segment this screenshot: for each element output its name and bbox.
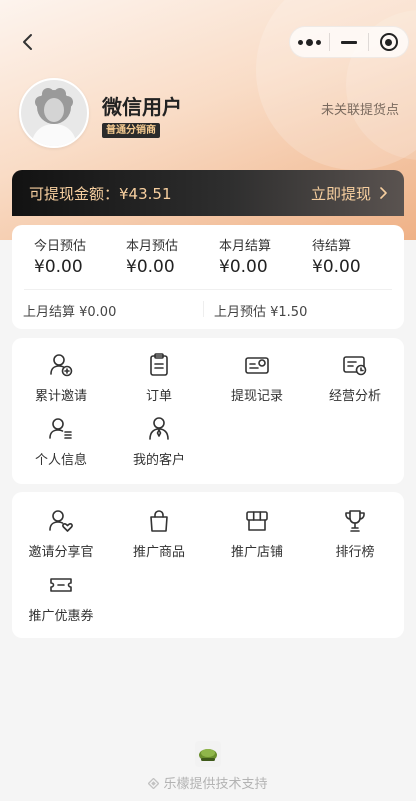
menu-item-analysis[interactable]: 经营分析 — [306, 352, 404, 408]
shopping-bag-icon — [146, 508, 172, 534]
menu-item-promote-products[interactable]: 推广商品 — [110, 508, 208, 564]
avatar[interactable] — [19, 78, 89, 148]
minimize-button[interactable] — [330, 27, 369, 57]
menu-item-personal-info[interactable]: 个人信息 — [12, 416, 110, 472]
menu-label: 推广店铺 — [230, 545, 283, 560]
minimize-icon — [341, 40, 357, 44]
coupon-icon — [48, 572, 74, 598]
menu-label: 排行榜 — [335, 545, 375, 560]
withdrawable-amount: 可提现金额：¥43.51 — [29, 184, 172, 203]
menu-label: 累计邀请 — [34, 389, 87, 404]
divider — [24, 289, 392, 290]
trophy-icon — [342, 508, 368, 534]
last-month-estimate: 上月预估 ¥1.50 — [214, 305, 308, 320]
withdraw-bar: 可提现金额：¥43.51 立即提现 — [12, 170, 404, 216]
secondary-menu-card: 邀请分享官 推广商品 推广店铺 排行榜 推广优惠券 — [12, 492, 404, 638]
primary-menu-card: 累计邀请 订单 提现记录 经营分析 个人信息 我的客户 — [12, 338, 404, 484]
more-dots-icon — [297, 38, 321, 46]
divider — [203, 301, 204, 317]
customer-icon — [146, 416, 172, 442]
default-avatar-icon — [21, 80, 87, 146]
user-add-icon — [48, 352, 74, 378]
footer-text: 乐檬提供技术支持 — [163, 777, 268, 792]
footer-credit: 乐檬提供技术支持 — [0, 773, 416, 792]
stat-today-estimate[interactable]: 今日预估 ¥0.00 — [34, 235, 86, 277]
chevron-right-icon — [380, 187, 387, 199]
menu-label: 个人信息 — [34, 453, 87, 468]
cash-record-icon — [244, 352, 270, 378]
menu-label: 提现记录 — [230, 389, 283, 404]
provider-logo — [195, 741, 221, 767]
menu-item-my-customers[interactable]: 我的客户 — [110, 416, 208, 472]
stat-label: 本月结算 — [219, 239, 272, 254]
stat-label: 今日预估 — [34, 239, 87, 254]
menu-item-promote-coupons[interactable]: 推广优惠券 — [12, 572, 110, 628]
back-button[interactable] — [16, 30, 40, 54]
menu-label: 推广优惠券 — [28, 609, 94, 624]
diamond-icon — [148, 778, 160, 789]
menu-item-invite-sharer[interactable]: 邀请分享官 — [12, 508, 110, 564]
analysis-icon — [342, 352, 368, 378]
provider-logo-icon — [199, 749, 217, 761]
menu-item-invites[interactable]: 累计邀请 — [12, 352, 110, 408]
stat-month-estimate[interactable]: 本月预估 ¥0.00 — [126, 235, 178, 277]
user-name: 微信用户 — [102, 95, 182, 119]
stat-value: ¥0.00 — [312, 257, 361, 277]
chevron-left-icon — [23, 34, 32, 50]
menu-label: 邀请分享官 — [28, 545, 94, 560]
close-button[interactable] — [369, 27, 408, 57]
menu-label: 推广商品 — [132, 545, 185, 560]
menu-label: 经营分析 — [328, 389, 381, 404]
withdraw-now-label: 立即提现 — [310, 184, 371, 203]
menu-item-promote-store[interactable]: 推广店铺 — [208, 508, 306, 564]
withdraw-now-button[interactable]: 立即提现 — [311, 183, 387, 204]
user-info-icon — [48, 416, 74, 442]
menu-item-leaderboard[interactable]: 排行榜 — [306, 508, 404, 564]
close-circle-icon — [379, 33, 398, 51]
menu-item-orders[interactable]: 订单 — [110, 352, 208, 408]
earnings-card: 今日预估 ¥0.00 本月预估 ¥0.00 本月结算 ¥0.00 待结算 ¥0.… — [12, 225, 404, 329]
menu-item-withdraw-records[interactable]: 提现记录 — [208, 352, 306, 408]
stat-pending-settlement[interactable]: 待结算 ¥0.00 — [312, 235, 361, 277]
level-badge: 普通分销商 — [102, 123, 160, 138]
stat-value: ¥0.00 — [219, 257, 268, 277]
more-button[interactable] — [290, 27, 329, 57]
unlinked-pickup-link[interactable]: 未关联提货点 — [321, 99, 399, 118]
store-icon — [244, 508, 270, 534]
stat-value: ¥0.00 — [34, 257, 83, 277]
miniprogram-capsule — [289, 26, 409, 58]
menu-label: 我的客户 — [132, 453, 185, 468]
user-heart-icon — [48, 508, 74, 534]
clipboard-icon — [146, 352, 172, 378]
menu-label: 订单 — [145, 389, 172, 404]
stat-label: 待结算 — [312, 239, 352, 254]
stat-month-settled[interactable]: 本月结算 ¥0.00 — [219, 235, 271, 277]
last-month-settled: 上月结算 ¥0.00 — [23, 305, 117, 320]
stat-value: ¥0.00 — [126, 257, 175, 277]
stat-label: 本月预估 — [126, 239, 179, 254]
